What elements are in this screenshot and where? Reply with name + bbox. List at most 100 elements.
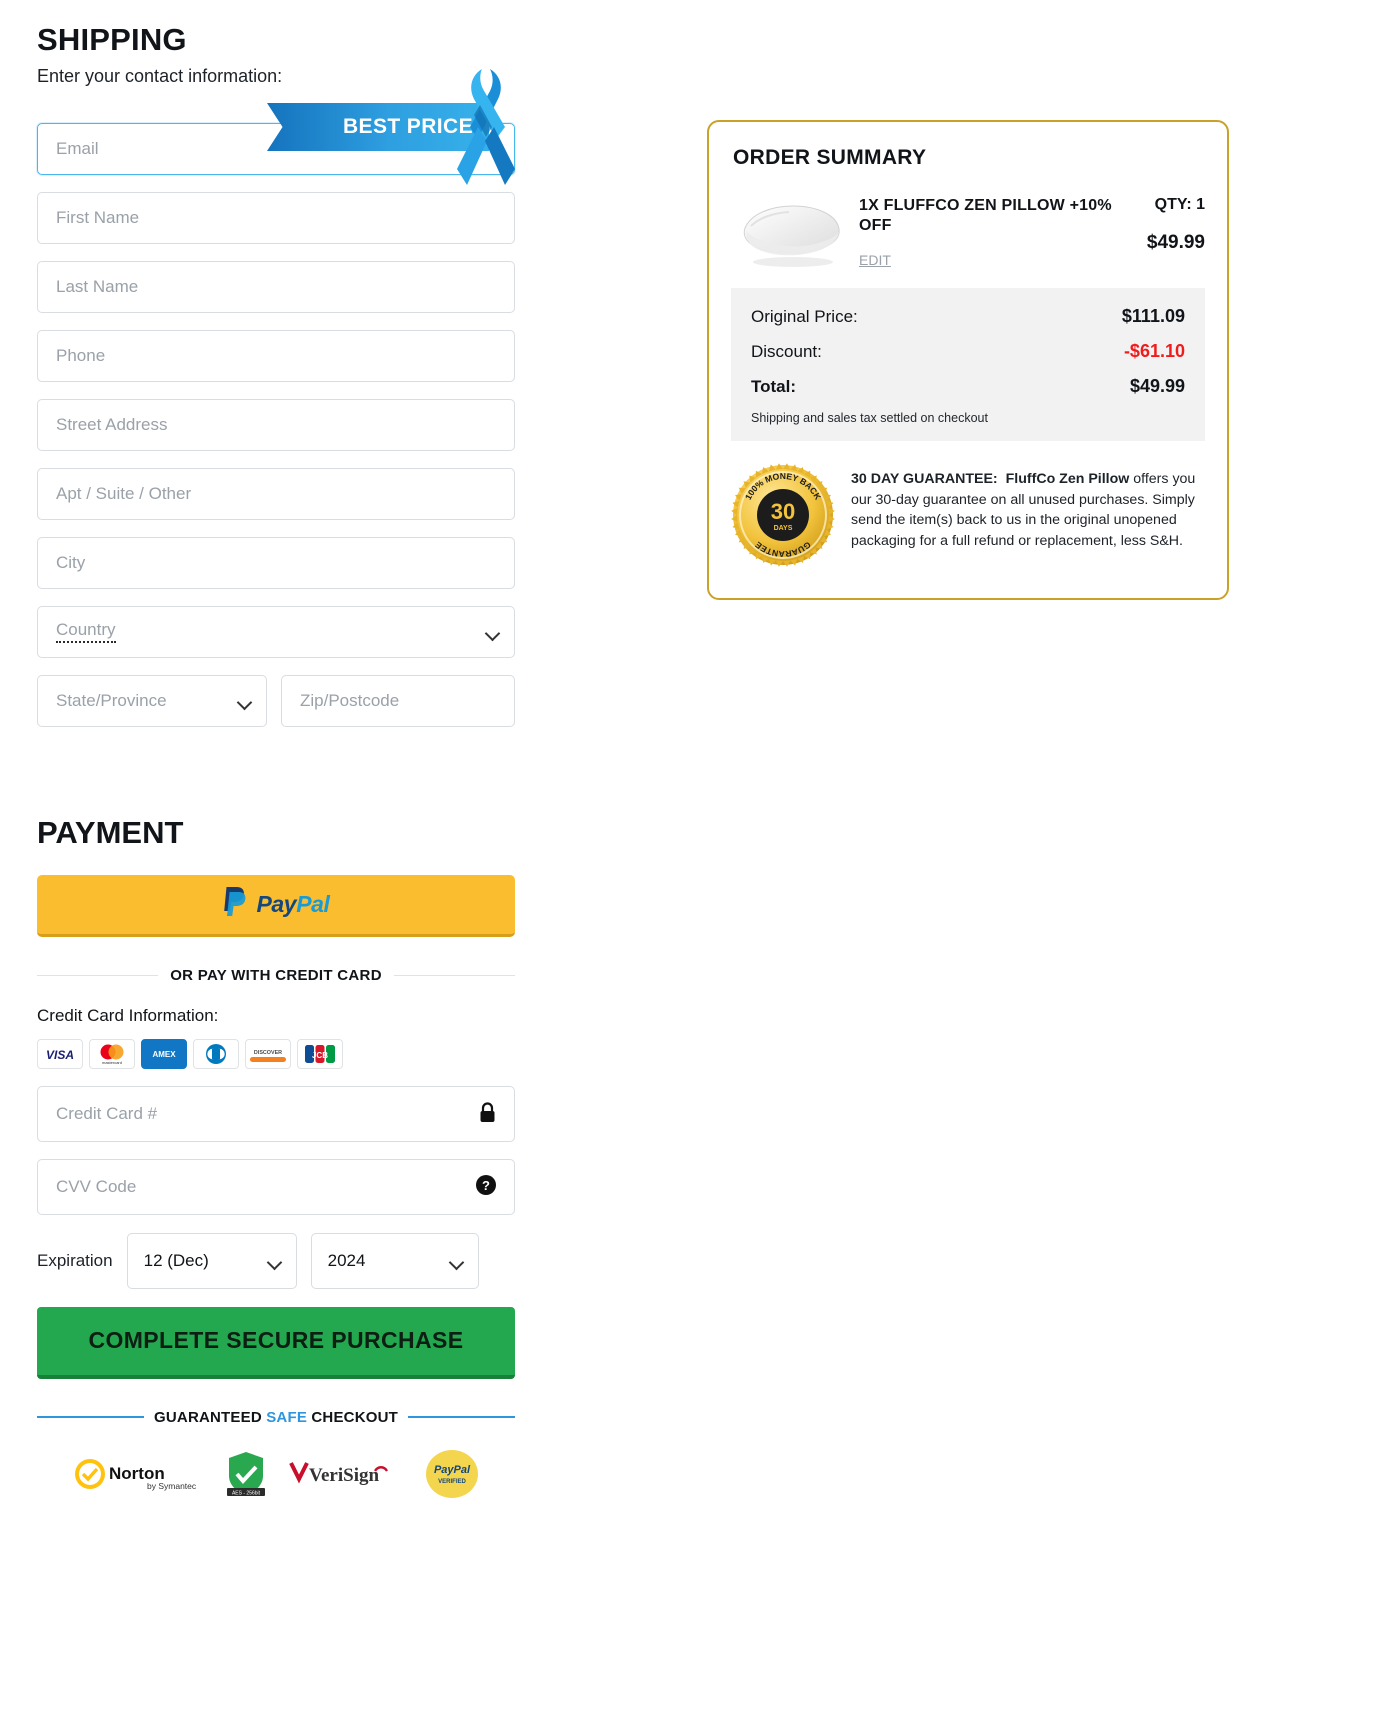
visa-icon: VISA <box>37 1038 83 1069</box>
total-row: Total: $49.99 <box>751 376 1185 397</box>
total-label: Total: <box>751 377 797 396</box>
svg-text:mastercard: mastercard <box>102 1060 122 1065</box>
last-name-placeholder: Last Name <box>56 276 139 296</box>
lock-icon <box>479 1102 496 1129</box>
expiration-year-select[interactable]: 2024 <box>310 1232 479 1289</box>
svg-text:JCB: JCB <box>312 1051 328 1060</box>
email-placeholder: Email <box>56 138 99 158</box>
or-pay-label: OR PAY WITH CREDIT CARD <box>170 966 382 984</box>
paypal-button[interactable]: PayPal <box>37 874 515 937</box>
guarantee-block: 100% MONEY BACK GUARANTEE 30 DAYS 30 DAY… <box>731 463 1205 572</box>
discover-icon: DISCOVER <box>245 1038 291 1069</box>
expiration-month-value: 12 (Dec) <box>143 1250 209 1270</box>
expiration-year-value: 2024 <box>327 1250 366 1270</box>
norton-badge: Norton by Symantec <box>73 1454 203 1499</box>
zip-field[interactable]: Zip/Postcode <box>281 674 515 727</box>
credit-card-info-label: Credit Card Information: <box>37 1005 219 1025</box>
or-pay-divider: OR PAY WITH CREDIT CARD <box>37 966 516 984</box>
apt-suite-field[interactable]: Apt / Suite / Other <box>37 467 515 520</box>
state-zip-row: State/Province Zip/Postcode <box>37 674 515 727</box>
svg-text:30: 30 <box>771 499 795 524</box>
order-item-pricing: QTY: 1 $49.99 <box>1113 190 1205 254</box>
totals-panel: Original Price: $111.09 Discount: -$61.1… <box>731 288 1205 441</box>
original-price-row: Original Price: $111.09 <box>751 306 1185 327</box>
card-brand-logos: VISA mastercard AMEX DISCOVER JCB <box>37 1038 515 1069</box>
verisign-badge: VeriSign <box>289 1457 401 1496</box>
credit-card-number-placeholder: Credit Card # <box>56 1103 158 1123</box>
tax-note: Shipping and sales tax settled on checko… <box>751 411 988 425</box>
safe-pre: GUARANTEED <box>154 1408 267 1426</box>
guarantee-heading: 30 DAY GUARANTEE: <box>851 471 998 487</box>
svg-text:VISA: VISA <box>46 1048 74 1062</box>
guarantee-brand: FluffCo Zen Pillow <box>1005 471 1130 487</box>
mastercard-icon: mastercard <box>89 1038 135 1069</box>
discount-label: Discount: <box>751 342 822 361</box>
svg-text:VeriSign: VeriSign <box>309 1465 379 1486</box>
safe-mid: SAFE <box>266 1408 308 1426</box>
expiration-month-select[interactable]: 12 (Dec) <box>126 1232 297 1289</box>
svg-text:?: ? <box>482 1178 490 1193</box>
original-price-value: $111.09 <box>1121 306 1185 326</box>
svg-text:DAYS: DAYS <box>774 525 793 532</box>
paypal-icon <box>222 887 247 921</box>
city-placeholder: City <box>56 552 86 572</box>
complete-purchase-label: COMPLETE SECURE PURCHASE <box>88 1327 464 1354</box>
trust-badges-row: Norton by Symantec AES - 256bit VeriSign <box>37 1448 515 1505</box>
svg-text:AES - 256bit: AES - 256bit <box>232 1490 261 1496</box>
order-summary-title: ORDER SUMMARY <box>733 146 927 169</box>
state-province-placeholder: State/Province <box>56 690 167 710</box>
shipping-subtitle: Enter your contact information: <box>37 65 283 86</box>
street-address-field[interactable]: Street Address <box>37 398 515 451</box>
aes-256bit-badge: AES - 256bit <box>225 1450 267 1503</box>
order-summary-card: ORDER SUMMARY 1X FLUFFCO ZEN PILLOW +10% <box>707 120 1229 600</box>
city-field[interactable]: City <box>37 536 515 589</box>
complete-purchase-button[interactable]: COMPLETE SECURE PURCHASE <box>37 1306 515 1379</box>
product-price: $49.99 <box>1146 232 1205 253</box>
state-province-select[interactable]: State/Province <box>37 674 267 727</box>
svg-text:DISCOVER: DISCOVER <box>254 1050 282 1056</box>
first-name-field[interactable]: First Name <box>37 191 515 244</box>
paypal-pal-text: Pal <box>296 890 330 917</box>
total-value: $49.99 <box>1129 376 1185 396</box>
credit-card-number-field[interactable]: Credit Card # <box>37 1085 515 1142</box>
last-name-field[interactable]: Last Name <box>37 260 515 313</box>
svg-text:AMEX: AMEX <box>152 1050 176 1059</box>
country-select[interactable]: Country <box>37 605 515 658</box>
money-back-seal-icon: 100% MONEY BACK GUARANTEE 30 DAYS <box>731 463 835 572</box>
safe-checkout-label: GUARANTEED SAFE CHECKOUT <box>154 1409 398 1426</box>
phone-placeholder: Phone <box>56 345 106 365</box>
product-quantity: QTY: 1 <box>1154 196 1205 213</box>
first-name-placeholder: First Name <box>56 207 140 227</box>
paypal-verified-badge: PayPal VERIFIED <box>423 1448 481 1505</box>
product-image <box>731 190 849 274</box>
jcb-icon: JCB <box>297 1038 343 1069</box>
order-item-details: 1X FLUFFCO ZEN PILLOW +10% OFF EDIT <box>849 190 1113 270</box>
svg-text:VERIFIED: VERIFIED <box>438 1479 466 1485</box>
left-column: SHIPPING Enter your contact information:… <box>37 0 516 1505</box>
safe-line-right <box>408 1416 516 1419</box>
safe-line-left <box>37 1416 145 1419</box>
page-title: SHIPPING <box>37 22 187 57</box>
cvv-field[interactable]: CVV Code ? <box>37 1158 515 1215</box>
paypal-wordmark: PayPal <box>256 891 329 918</box>
help-circle-icon[interactable]: ? <box>475 1174 497 1201</box>
expiration-row: Expiration 12 (Dec) 2024 <box>37 1232 515 1289</box>
svg-text:PayPal: PayPal <box>434 1464 471 1476</box>
original-price-label: Original Price: <box>751 307 858 326</box>
expiration-label: Expiration <box>37 1250 113 1270</box>
order-item-row: 1X FLUFFCO ZEN PILLOW +10% OFF EDIT QTY:… <box>731 190 1205 288</box>
svg-text:by Symantec: by Symantec <box>147 1481 197 1491</box>
street-address-placeholder: Street Address <box>56 414 168 434</box>
checkout-page: SHIPPING Enter your contact information:… <box>0 0 1385 1712</box>
guarantee-text: 30 DAY GUARANTEE: FluffCo Zen Pillow off… <box>851 463 1205 551</box>
edit-item-link[interactable]: EDIT <box>859 252 891 268</box>
country-placeholder: Country <box>56 620 116 644</box>
cvv-placeholder: CVV Code <box>56 1176 137 1196</box>
safe-checkout-divider: GUARANTEED SAFE CHECKOUT <box>37 1409 516 1426</box>
email-field[interactable]: Email <box>37 122 515 175</box>
safe-post: CHECKOUT <box>307 1408 398 1426</box>
payment-title: PAYMENT <box>37 814 184 850</box>
diners-club-icon <box>193 1038 239 1069</box>
product-name: 1X FLUFFCO ZEN PILLOW +10% OFF <box>859 197 1112 234</box>
phone-field[interactable]: Phone <box>37 329 515 382</box>
